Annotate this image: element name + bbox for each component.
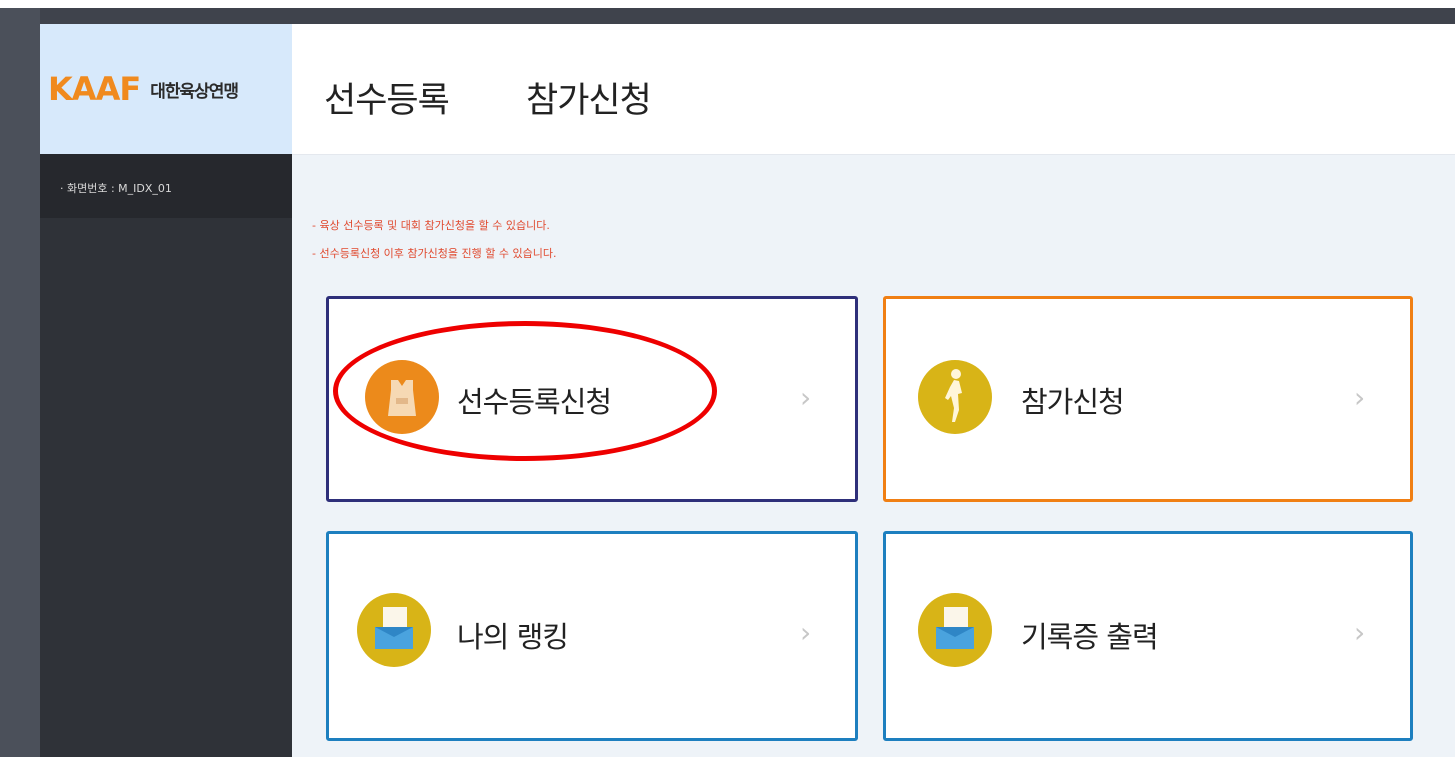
notice-text: - 육상 선수등록 및 대회 참가신청을 할 수 있습니다. [312, 219, 550, 232]
my-ranking-card[interactable]: 나의 랭킹 › [326, 531, 858, 741]
tab-participation-application[interactable]: 참가신청 [526, 72, 652, 123]
sidebar: · 화면번호 : M_IDX_01 [40, 154, 292, 757]
card-label: 기록증 출력 [1021, 620, 1159, 654]
document-folder-icon [918, 593, 992, 667]
notice-text: - 선수등록신청 이후 참가신청을 진행 할 수 있습니다. [312, 247, 557, 260]
logo[interactable]: KAAF 대한육상연맹 [40, 24, 292, 154]
left-edge [0, 8, 40, 757]
logo-mark: KAAF [48, 70, 141, 108]
logo-text: 대한육상연맹 [150, 81, 239, 102]
header: 선수등록 참가신청 [292, 24, 1455, 155]
chevron-right-icon: › [1354, 381, 1366, 414]
chevron-right-icon: › [800, 616, 812, 649]
card-label: 나의 랭킹 [457, 620, 569, 654]
document-folder-icon [357, 593, 431, 667]
participation-application-card[interactable]: 참가신청 › [883, 296, 1413, 502]
screen-number: · 화면번호 : M_IDX_01 [40, 154, 292, 218]
tab-athlete-registration[interactable]: 선수등록 [324, 72, 450, 123]
athlete-registration-card[interactable]: 선수등록신청 › [326, 296, 858, 502]
main-content: - 육상 선수등록 및 대회 참가신청을 할 수 있습니다. - 선수등록신청 … [292, 155, 1455, 757]
runner-icon [918, 360, 992, 434]
record-certificate-print-card[interactable]: 기록증 출력 › [883, 531, 1413, 741]
card-label: 참가신청 [1021, 385, 1125, 419]
chevron-right-icon: › [800, 381, 812, 414]
chevron-right-icon: › [1354, 616, 1366, 649]
athlete-vest-icon [365, 360, 439, 434]
card-label: 선수등록신청 [457, 385, 612, 419]
